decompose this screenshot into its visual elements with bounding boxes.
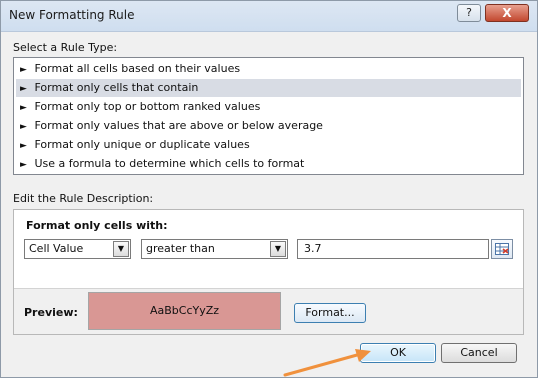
rule-item-unique-duplicate[interactable]: ► Format only unique or duplicate values <box>16 136 521 154</box>
rule-item-formula[interactable]: ► Use a formula to determine which cells… <box>16 155 521 173</box>
chevron-down-icon[interactable]: ▼ <box>113 241 129 257</box>
chevron-down-icon[interactable]: ▼ <box>270 241 286 257</box>
preview-label: Preview: <box>24 306 78 319</box>
threshold-value-input[interactable]: 3.7 <box>297 239 489 259</box>
condition-area: Format only cells with: Cell Value ▼ gre… <box>14 210 523 289</box>
rule-item-label: Format only unique or duplicate values <box>34 138 250 151</box>
rule-item-label: Format only top or bottom ranked values <box>34 100 261 113</box>
rule-type-list[interactable]: ► Format all cells based on their values… <box>13 57 524 175</box>
edit-rule-description-label: Edit the Rule Description: <box>13 192 154 205</box>
close-icon: X <box>502 6 512 20</box>
triangle-right-icon: ► <box>20 65 27 75</box>
triangle-right-icon: ► <box>20 84 27 94</box>
range-selector-button[interactable] <box>491 239 513 259</box>
format-only-cells-with-label: Format only cells with: <box>26 219 168 232</box>
rule-item-label: Format all cells based on their values <box>34 62 241 75</box>
dialog-title: New Formatting Rule <box>9 8 135 22</box>
range-selector-icon <box>495 243 509 255</box>
rule-item-label: Format only cells that contain <box>34 81 199 94</box>
title-bar: New Formatting Rule ? X <box>1 1 537 32</box>
comparison-operator-value: greater than <box>146 242 215 255</box>
new-formatting-rule-dialog: New Formatting Rule ? X Select a Rule Ty… <box>0 0 538 378</box>
format-button[interactable]: Format... <box>294 303 366 323</box>
rule-item-above-below-average[interactable]: ► Format only values that are above or b… <box>16 117 521 135</box>
select-rule-type-label: Select a Rule Type: <box>13 41 118 54</box>
rule-item-all-cells[interactable]: ► Format all cells based on their values <box>16 60 521 78</box>
format-preview-swatch: AaBbCcYyZz <box>88 292 281 330</box>
comparison-operator-dropdown[interactable]: greater than ▼ <box>141 239 288 259</box>
cancel-button[interactable]: Cancel <box>441 343 517 363</box>
triangle-right-icon: ► <box>20 103 27 113</box>
triangle-right-icon: ► <box>20 141 27 151</box>
condition-source-dropdown[interactable]: Cell Value ▼ <box>24 239 131 259</box>
rule-item-cells-that-contain[interactable]: ► Format only cells that contain <box>16 79 521 97</box>
help-button[interactable]: ? <box>457 4 481 22</box>
triangle-right-icon: ► <box>20 122 27 132</box>
help-icon: ? <box>466 6 472 19</box>
condition-source-value: Cell Value <box>29 242 84 255</box>
rule-item-label: Use a formula to determine which cells t… <box>34 157 305 170</box>
orange-arrow-annotation <box>283 349 371 377</box>
triangle-right-icon: ► <box>20 160 27 170</box>
close-button[interactable]: X <box>485 4 529 22</box>
rule-description-panel: Format only cells with: Cell Value ▼ gre… <box>13 209 524 335</box>
rule-item-top-bottom[interactable]: ► Format only top or bottom ranked value… <box>16 98 521 116</box>
rule-item-label: Format only values that are above or bel… <box>34 119 323 132</box>
